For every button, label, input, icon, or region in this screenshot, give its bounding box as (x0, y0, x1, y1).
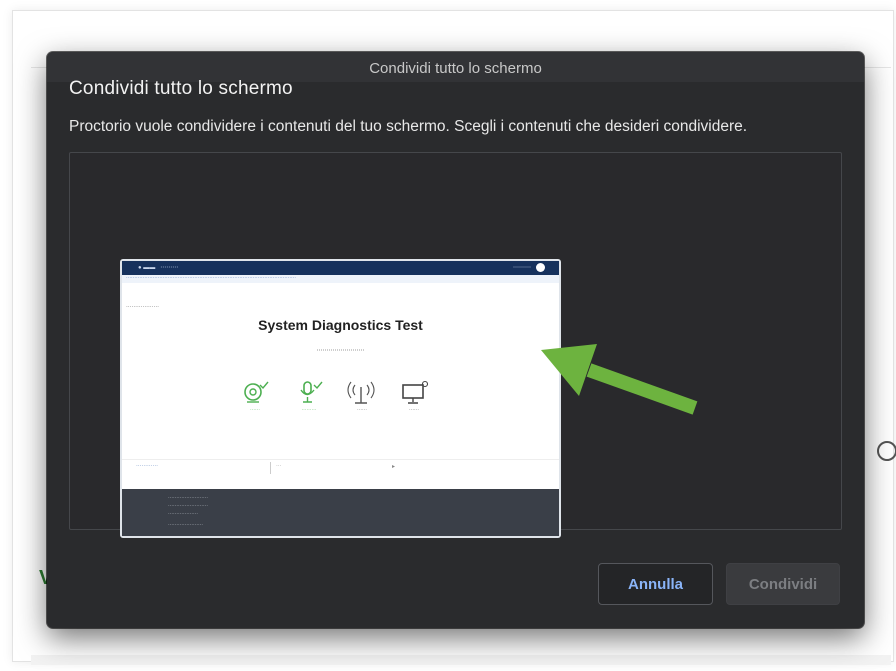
source-panel: ● ▬▬ ⋯⋯⋯ ⋯⋯⋯ ⋯⋯⋯⋯⋯⋯⋯⋯⋯⋯⋯⋯⋯⋯⋯⋯⋯⋯⋯⋯⋯⋯⋯⋯⋯⋯⋯… (69, 152, 842, 538)
thumbnail-avatar-icon (536, 263, 545, 272)
thumbnail-subtitle: ⋯⋯⋯⋯⋯⋯⋯⋯ (316, 348, 365, 354)
thumbnail-header-right: ⋯⋯⋯ (513, 265, 531, 271)
dialog-heading: Condividi tutto lo schermo (69, 78, 293, 99)
background-radio-icon (877, 441, 896, 461)
thumbnail-urlbar: ⋯⋯⋯⋯⋯⋯⋯⋯⋯⋯⋯⋯⋯⋯⋯⋯⋯⋯⋯⋯⋯⋯⋯⋯⋯⋯⋯⋯⋯⋯⋯⋯⋯⋯ (122, 275, 559, 283)
webcam-icon (244, 381, 269, 403)
cancel-button[interactable]: Annulla (598, 563, 713, 605)
share-screen-dialog: Condividi tutto lo schermo Condividi tut… (47, 52, 864, 628)
dialog-subtitle: Proctorio vuole condividere i contenuti … (69, 118, 748, 135)
connection-icon (347, 381, 375, 404)
share-button[interactable]: Condividi (726, 563, 840, 605)
thumbnail-browser-header: ● ▬▬ ⋯⋯⋯ ⋯⋯⋯ (122, 261, 559, 275)
thumbnail-footer: ⋯⋯⋯⋯⋯⋯⋯⋯ ⋯⋯⋯⋯⋯⋯⋯⋯ ⋯⋯⋯⋯⋯⋯ ⋯⋯⋯⋯⋯⋯⋯ (122, 489, 559, 536)
thumbnail-page-title: System Diagnostics Test (258, 317, 423, 333)
microphone-label: ⋯⋯⋯ (301, 407, 317, 413)
connection-label: ⋯⋯ (357, 407, 367, 413)
thumbnail-action-row: ⋯⋯⋯⋯ ⋯ ▸ (122, 459, 559, 474)
screen-thumbnail[interactable]: ● ▬▬ ⋯⋯⋯ ⋯⋯⋯ ⋯⋯⋯⋯⋯⋯⋯⋯⋯⋯⋯⋯⋯⋯⋯⋯⋯⋯⋯⋯⋯⋯⋯⋯⋯⋯⋯… (120, 259, 561, 538)
desktop-icon (402, 380, 429, 404)
background-footer (31, 655, 891, 665)
desktop-label: ⋯⋯ (409, 407, 419, 413)
thumbnail-side-text: ⋯⋯⋯⋯⋯⋯ (126, 305, 159, 311)
thumbnail-header-text: ● ▬▬ ⋯⋯⋯ (138, 265, 179, 271)
annotation-arrow-icon (541, 344, 698, 415)
webcam-label: ⋯⋯ (250, 407, 260, 413)
microphone-icon (300, 381, 323, 403)
